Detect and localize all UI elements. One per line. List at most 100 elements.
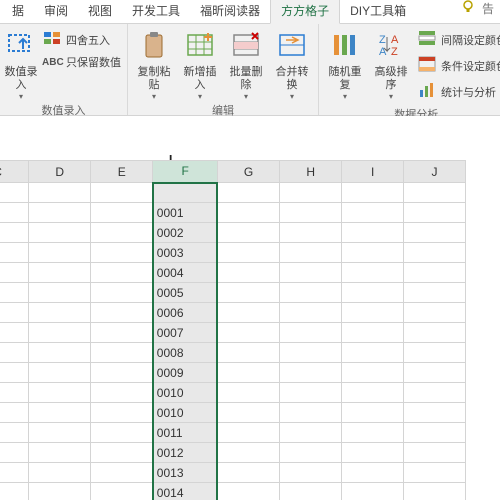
- cell[interactable]: [280, 243, 342, 263]
- btn-random-repeat[interactable]: 随机重 复 ▾: [325, 27, 365, 100]
- cell[interactable]: [404, 443, 466, 463]
- cell[interactable]: [280, 403, 342, 423]
- cell[interactable]: [0, 263, 29, 283]
- col-header-F[interactable]: F: [153, 161, 218, 183]
- cell[interactable]: [0, 363, 29, 383]
- cell[interactable]: [280, 343, 342, 363]
- cell[interactable]: [29, 403, 91, 423]
- btn-stats[interactable]: 统计与分析 ▾: [417, 79, 500, 104]
- cell[interactable]: [217, 383, 279, 403]
- cell[interactable]: [280, 363, 342, 383]
- btn-keepnum[interactable]: ABC 只保留数值: [42, 53, 121, 71]
- btn-batch-delete[interactable]: 批量删 除 ▾: [226, 27, 266, 100]
- col-header-D[interactable]: D: [29, 161, 91, 183]
- cell[interactable]: [404, 263, 466, 283]
- cell[interactable]: [29, 483, 91, 500]
- btn-insert[interactable]: 新增插 入 ▾: [180, 27, 220, 100]
- cell[interactable]: [91, 463, 153, 483]
- cell[interactable]: [342, 263, 404, 283]
- cell[interactable]: 0002: [153, 223, 218, 243]
- cell[interactable]: [217, 343, 279, 363]
- cell[interactable]: [342, 463, 404, 483]
- cell[interactable]: [0, 183, 29, 203]
- cell[interactable]: [0, 283, 29, 303]
- cell[interactable]: [0, 463, 29, 483]
- cell[interactable]: [280, 203, 342, 223]
- cell[interactable]: [217, 463, 279, 483]
- cell[interactable]: 0011: [153, 423, 218, 443]
- cell[interactable]: [280, 263, 342, 283]
- cell[interactable]: [91, 403, 153, 423]
- cell[interactable]: [280, 383, 342, 403]
- cell[interactable]: [342, 423, 404, 443]
- cell[interactable]: [91, 303, 153, 323]
- cell[interactable]: 0007: [153, 323, 218, 343]
- cell[interactable]: [0, 383, 29, 403]
- cell[interactable]: [0, 483, 29, 500]
- cell[interactable]: [217, 243, 279, 263]
- btn-cond-color[interactable]: 条件设定颜色: [417, 53, 500, 78]
- cell[interactable]: [0, 303, 29, 323]
- cell[interactable]: [342, 283, 404, 303]
- tell-me[interactable]: 告: [458, 0, 500, 23]
- cell[interactable]: [404, 203, 466, 223]
- cell[interactable]: [29, 183, 91, 203]
- tab-review[interactable]: 审阅: [34, 0, 78, 23]
- cell[interactable]: [404, 343, 466, 363]
- btn-value-input[interactable]: 数值录 入 ▾: [6, 27, 36, 100]
- cell[interactable]: [0, 323, 29, 343]
- cell[interactable]: [0, 223, 29, 243]
- cell[interactable]: 0008: [153, 343, 218, 363]
- col-header-C[interactable]: C: [0, 161, 29, 183]
- cell[interactable]: [29, 303, 91, 323]
- cell[interactable]: [404, 183, 466, 203]
- cell[interactable]: [0, 243, 29, 263]
- cell[interactable]: [342, 183, 404, 203]
- cell[interactable]: [91, 203, 153, 223]
- cell[interactable]: [342, 243, 404, 263]
- cell[interactable]: [91, 183, 153, 203]
- col-header-H[interactable]: H: [280, 161, 342, 183]
- cell[interactable]: [91, 343, 153, 363]
- btn-interval-color[interactable]: 间隔设定颜色: [417, 27, 500, 52]
- cell[interactable]: [217, 203, 279, 223]
- cell[interactable]: [29, 443, 91, 463]
- cell[interactable]: [404, 283, 466, 303]
- cell[interactable]: [404, 303, 466, 323]
- cell[interactable]: [29, 243, 91, 263]
- cell[interactable]: [342, 203, 404, 223]
- cell[interactable]: [280, 223, 342, 243]
- cell[interactable]: [280, 423, 342, 443]
- cell[interactable]: [404, 363, 466, 383]
- cell[interactable]: [404, 383, 466, 403]
- cell[interactable]: [404, 463, 466, 483]
- cell[interactable]: [280, 283, 342, 303]
- tab-data[interactable]: 据: [2, 0, 34, 23]
- cell[interactable]: [0, 403, 29, 423]
- cell[interactable]: [217, 403, 279, 423]
- cell[interactable]: [342, 363, 404, 383]
- btn-round[interactable]: 四舍五入: [42, 27, 121, 52]
- cell[interactable]: [217, 443, 279, 463]
- worksheet[interactable]: Ⅰ CDEFGHIJ000100020003000400050006000700…: [0, 116, 500, 500]
- cell[interactable]: [404, 423, 466, 443]
- cell[interactable]: [217, 263, 279, 283]
- btn-merge-convert[interactable]: 合并转 换 ▾: [272, 27, 312, 100]
- col-header-I[interactable]: I: [342, 161, 404, 183]
- cell[interactable]: [280, 183, 342, 203]
- col-header-G[interactable]: G: [217, 161, 279, 183]
- cell[interactable]: [217, 323, 279, 343]
- cell[interactable]: 0012: [153, 443, 218, 463]
- cell[interactable]: [0, 203, 29, 223]
- cell[interactable]: [342, 303, 404, 323]
- cell[interactable]: [280, 463, 342, 483]
- cell[interactable]: [280, 483, 342, 500]
- cell[interactable]: [29, 263, 91, 283]
- cell[interactable]: [91, 423, 153, 443]
- cell[interactable]: [217, 303, 279, 323]
- cell[interactable]: [342, 403, 404, 423]
- cell[interactable]: [342, 483, 404, 500]
- cell[interactable]: 0006: [153, 303, 218, 323]
- cell[interactable]: [217, 283, 279, 303]
- cell[interactable]: [29, 203, 91, 223]
